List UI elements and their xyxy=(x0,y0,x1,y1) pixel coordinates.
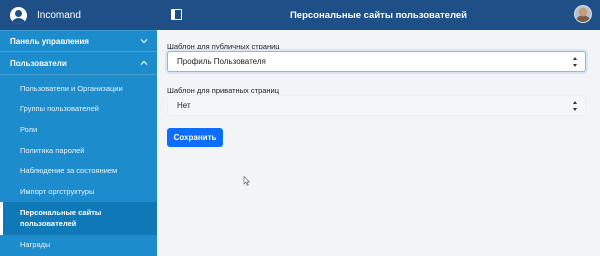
mouse-cursor-icon xyxy=(243,176,251,186)
select-value: Нет xyxy=(177,101,191,110)
brand[interactable]: Incomand xyxy=(0,0,157,30)
page-title: Персональные сайты пользователей xyxy=(289,9,468,21)
sidebar: Incomand Панель управления Пользователи … xyxy=(0,0,157,256)
brand-name: Incomand xyxy=(37,9,81,21)
sidebar-item-awards[interactable]: Награды xyxy=(0,235,157,256)
sidebar-section-users[interactable]: Пользователи xyxy=(0,52,157,75)
sidebar-item-roles[interactable]: Роли xyxy=(0,119,157,140)
private-template-select[interactable]: Нет xyxy=(167,95,586,116)
select-arrows-icon xyxy=(572,101,579,111)
sidebar-section-label: Панель управления xyxy=(10,36,89,46)
chevron-up-icon xyxy=(140,60,148,65)
sidebar-section-dashboard[interactable]: Панель управления xyxy=(0,30,157,52)
sidebar-item-label: пользователей xyxy=(20,219,77,229)
private-template-label: Шаблон для приватных страниц xyxy=(167,86,280,95)
chevron-down-icon xyxy=(140,39,148,44)
sidebar-item-org-import[interactable]: Импорт оргструктуры xyxy=(0,181,157,202)
avatar[interactable] xyxy=(574,5,592,23)
sidebar-item-monitoring[interactable]: Наблюдение за состоянием xyxy=(0,160,157,181)
sidebar-item-password-policy[interactable]: Политика паролей xyxy=(0,140,157,161)
sidebar-item-user-groups[interactable]: Группы пользователей xyxy=(0,99,157,120)
sidebar-item-users-orgs[interactable]: Пользователи и Организации xyxy=(0,78,157,99)
select-value: Профиль Пользователя xyxy=(177,57,266,66)
sidebar-item-label: Персональные сайты xyxy=(20,208,102,218)
sidebar-section-label: Пользователи xyxy=(10,58,67,68)
select-arrows-icon xyxy=(572,57,579,67)
public-template-select[interactable]: Профиль Пользователя xyxy=(167,51,586,72)
public-template-label: Шаблон для публичных страниц xyxy=(167,42,280,51)
sidebar-menu: Пользователи и Организации Группы пользо… xyxy=(0,78,157,255)
sidebar-item-personal-sites[interactable]: Персональные сайты пользователей xyxy=(0,201,157,235)
sidebar-toggle-icon[interactable] xyxy=(171,9,182,20)
topbar: Персональные сайты пользователей xyxy=(157,0,600,30)
user-circle-icon xyxy=(10,6,27,24)
save-button[interactable]: Сохранить xyxy=(167,128,223,147)
